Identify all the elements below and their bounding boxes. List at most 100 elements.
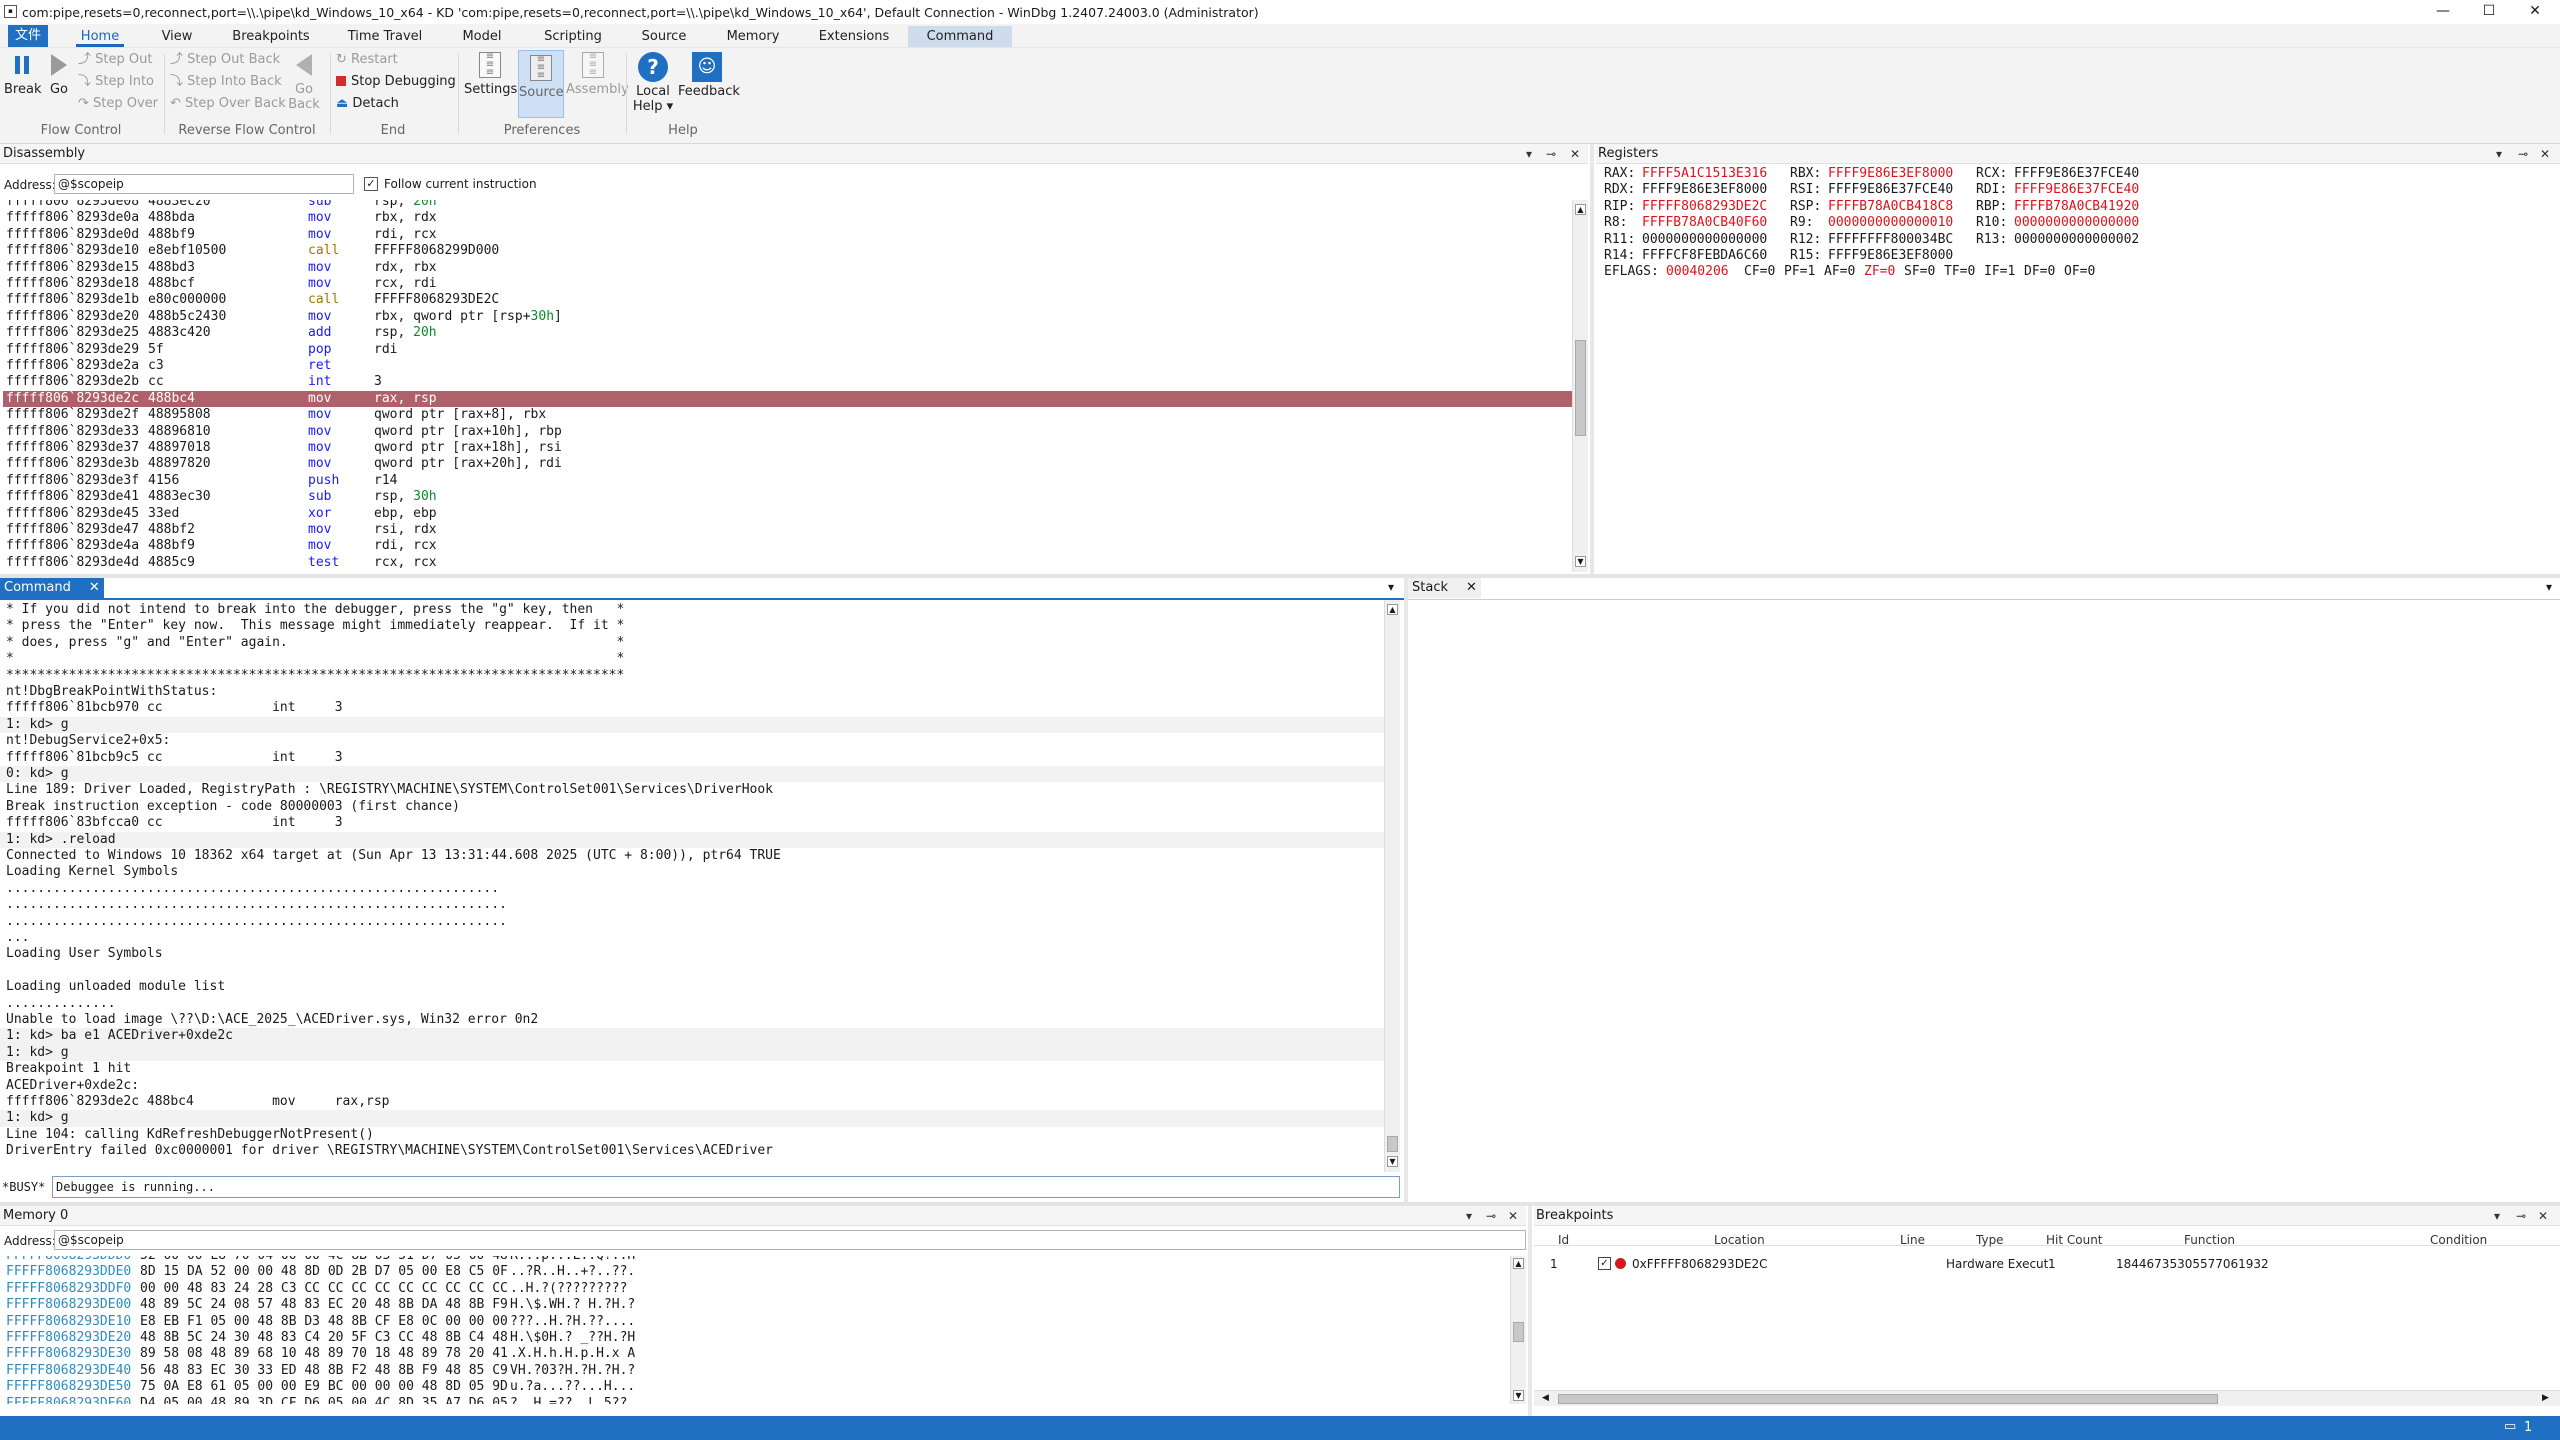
scroll-thumb[interactable]: [1575, 340, 1586, 436]
column-header-function[interactable]: Function: [2184, 1232, 2235, 1248]
close-pane-icon[interactable]: ✕: [1570, 144, 1580, 164]
scroll-thumb[interactable]: [1558, 1394, 2218, 1404]
ribbon-separator: [164, 54, 165, 134]
menu-tab-memory[interactable]: Memory: [720, 26, 786, 47]
stop-debugging-button[interactable]: Stop Debugging: [336, 72, 456, 92]
pin-icon[interactable]: ⊸: [1546, 144, 1556, 164]
column-header-hit-count[interactable]: Hit Count: [2046, 1232, 2103, 1248]
disassembly-scrollbar[interactable]: ▲ ▼: [1572, 200, 1588, 572]
pane-splitter[interactable]: [1528, 1206, 1532, 1416]
settings-button[interactable]: ≡ ≡ ≡ Settings: [464, 52, 517, 98]
menu-tab-view[interactable]: View: [152, 26, 202, 47]
command-output-line: 1: kd> g: [0, 1044, 1384, 1062]
close-pane-icon[interactable]: ✕: [2538, 1206, 2548, 1226]
scroll-thumb[interactable]: [1513, 1322, 1524, 1342]
address-input[interactable]: @$scopeip: [54, 1230, 1526, 1250]
instruction-address: fffff806`8293de25: [6, 325, 140, 341]
menu-tab-model[interactable]: Model: [454, 26, 510, 47]
scroll-left-arrow[interactable]: ◀: [1542, 1393, 1549, 1403]
breakpoint-enabled-checkbox[interactable]: ✓: [1598, 1257, 1611, 1270]
disassembly-row[interactable]: fffff806`8293de2c 488bc4 mov rax, rsp: [3, 390, 1572, 408]
step-over-button[interactable]: ↷ Step Over: [78, 94, 158, 114]
command-output-line: Loading User Symbols: [6, 946, 163, 962]
flag-value: CF=0: [1744, 264, 1776, 280]
close-pane-icon[interactable]: ✕: [1508, 1206, 1518, 1226]
register-name: RSP:: [1790, 198, 1822, 214]
column-header-type[interactable]: Type: [1976, 1232, 2004, 1248]
close-tab-icon[interactable]: ✕: [1466, 580, 1477, 595]
instruction-bytes: 488bf2: [148, 522, 195, 537]
pin-icon[interactable]: ⊸: [2518, 144, 2528, 164]
restart-button[interactable]: ↻ Restart: [336, 50, 398, 70]
stop-icon: [336, 76, 346, 86]
step-into-button[interactable]: ⤵ Step Into: [78, 72, 154, 92]
tab-command[interactable]: Command ✕: [0, 578, 104, 598]
local-help-button[interactable]: ? Local Help ▾: [630, 52, 676, 114]
step-out-back-button[interactable]: ⤴ Step Out Back: [170, 50, 280, 70]
column-header-condition[interactable]: Condition: [2430, 1232, 2487, 1248]
close-button[interactable]: ✕: [2512, 0, 2558, 24]
scroll-up-arrow[interactable]: ▲: [1513, 1258, 1524, 1269]
scroll-up-arrow[interactable]: ▲: [1575, 204, 1586, 215]
command-scrollbar[interactable]: ▲ ▼: [1384, 600, 1400, 1172]
pin-icon[interactable]: ⊸: [2516, 1206, 2526, 1226]
pin-icon[interactable]: ⊸: [1486, 1206, 1496, 1226]
column-header-id[interactable]: Id: [1558, 1232, 1569, 1248]
menu-tab-time-travel[interactable]: Time Travel: [340, 26, 430, 47]
menu-tab-command[interactable]: Command: [908, 26, 1012, 47]
menu-tab-scripting[interactable]: Scripting: [538, 26, 608, 47]
menu-tab-home[interactable]: Home: [76, 26, 124, 47]
column-header-line[interactable]: Line: [1900, 1232, 1925, 1248]
menu-tab-source[interactable]: Source: [634, 26, 694, 47]
step-out-button[interactable]: ⤴ Step Out: [78, 50, 152, 70]
pane-splitter[interactable]: [1590, 144, 1594, 576]
scroll-right-arrow[interactable]: ▶: [2542, 1393, 2549, 1403]
feedback-icon: ☺: [692, 52, 722, 82]
address-input[interactable]: @$scopeip: [54, 174, 354, 194]
scroll-up-arrow[interactable]: ▲: [1387, 604, 1398, 615]
memory-scrollbar[interactable]: ▲ ▼: [1510, 1256, 1526, 1404]
stack-tabstrip: Stack ✕ ▾: [1408, 578, 2560, 600]
message-icon[interactable]: ▭: [2504, 1419, 2516, 1434]
go-button[interactable]: Go: [44, 54, 74, 97]
scroll-down-arrow[interactable]: ▼: [1387, 1156, 1398, 1167]
break-button[interactable]: Break: [4, 54, 41, 97]
pane-menu-icon[interactable]: ▾: [1466, 1206, 1472, 1226]
step-into-back-button[interactable]: ⤵ Step Into Back: [170, 72, 282, 92]
maximize-button[interactable]: ☐: [2466, 0, 2512, 24]
close-pane-icon[interactable]: ✕: [2540, 144, 2550, 164]
menu-tab-extensions[interactable]: Extensions: [814, 26, 894, 47]
command-output-line: [0, 963, 1384, 979]
scroll-thumb[interactable]: [1387, 1136, 1398, 1152]
tab-stack[interactable]: Stack ✕: [1408, 578, 1481, 598]
follow-label: Follow current instruction: [384, 177, 537, 191]
play-icon: [51, 54, 67, 76]
minimize-button[interactable]: —: [2420, 0, 2466, 24]
pane-menu-icon[interactable]: ▾: [2546, 580, 2552, 594]
source-button[interactable]: ≡ ≡ ≡ Source: [518, 50, 564, 118]
detach-button[interactable]: ⏏ Detach: [336, 94, 399, 114]
scroll-down-arrow[interactable]: ▼: [1575, 556, 1586, 567]
menu-tab-breakpoints[interactable]: Breakpoints: [228, 26, 314, 47]
disassembly-toolbar: Address: @$scopeip ✓ Follow current inst…: [0, 164, 1588, 200]
pane-menu-icon[interactable]: ▾: [1526, 144, 1532, 164]
pane-menu-icon[interactable]: ▾: [1388, 580, 1394, 594]
step-over-back-button[interactable]: ↶ Step Over Back: [170, 94, 286, 114]
column-header-location[interactable]: Location: [1714, 1232, 1765, 1248]
go-back-button[interactable]: Go Back: [286, 54, 322, 112]
instruction-bytes: 5f: [148, 341, 164, 357]
feedback-button[interactable]: ☺ Feedback: [678, 52, 740, 99]
assembly-button[interactable]: ≡ ≡ ≡ Assembly: [566, 52, 629, 98]
scroll-down-arrow[interactable]: ▼: [1513, 1390, 1524, 1401]
pane-menu-icon[interactable]: ▾: [2494, 1206, 2500, 1226]
command-input[interactable]: Debuggee is running...: [52, 1176, 1400, 1198]
detach-label: Detach: [352, 96, 399, 111]
instruction-address: fffff806`8293de0a: [6, 210, 140, 226]
close-tab-icon[interactable]: ✕: [89, 580, 100, 595]
menu-tab-file[interactable]: 文件: [8, 25, 48, 47]
pane-menu-icon[interactable]: ▾: [2496, 144, 2502, 164]
go-back-icon: [296, 54, 312, 76]
breakpoints-hscrollbar[interactable]: ◀ ▶: [1534, 1390, 2560, 1406]
follow-checkbox[interactable]: ✓: [364, 177, 378, 191]
breakpoint-id: 1: [1550, 1257, 1558, 1271]
